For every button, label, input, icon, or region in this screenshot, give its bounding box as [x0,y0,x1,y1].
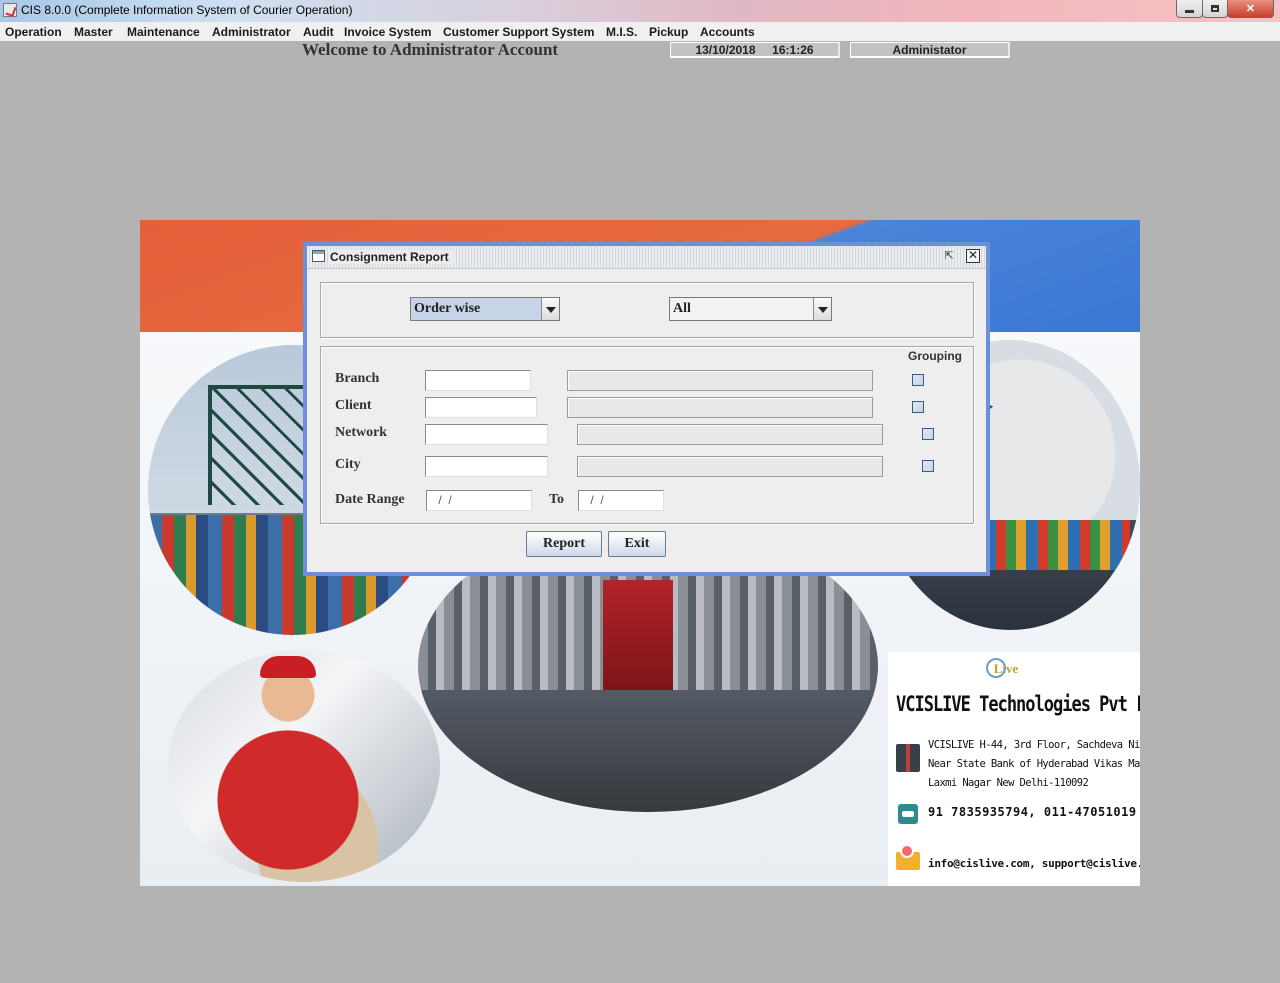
date-to-label: To [549,492,565,507]
window-title: CIS 8.0.0 (Complete Information System o… [21,3,353,17]
city-label: City [335,457,361,472]
report-button[interactable]: Report [526,531,602,557]
city-name-field [577,456,883,477]
dialog-title-bar[interactable]: Consignment Report ⇱ ✕ [307,246,986,269]
dialog-title: Consignment Report [330,250,455,264]
company-phones: 91 7835935794, 011-47051019 [928,805,1137,819]
address-line: Laxmi Nagar New Delhi-110092 [928,777,1089,789]
company-info-panel: Live VCISLIVE Technologies Pvt Ltd VCISL… [888,652,1140,886]
window-title-bar: CIS 8.0.0 (Complete Information System o… [0,0,1280,22]
date-to-input[interactable]: / / [578,490,664,511]
phone-icon [898,804,918,824]
restore-icon[interactable]: ⇱ [942,249,956,263]
address-icon [896,744,920,772]
truck-cab-graphic [603,580,673,690]
menu-master[interactable]: Master [74,25,113,39]
company-logo: Live [986,658,1026,680]
report-type-value: Order wise [414,301,481,316]
courier-image [168,650,440,882]
menu-maintenance[interactable]: Maintenance [127,25,200,39]
menu-bar: Operation Master Maintenance Administrat… [0,22,1280,41]
branch-name-field [567,370,873,391]
menu-customer-support-system[interactable]: Customer Support System [443,25,594,39]
network-grouping-checkbox[interactable] [922,428,934,440]
report-type-select[interactable]: Order wise [410,297,560,321]
consignment-report-dialog: Consignment Report ⇱ ✕ Order wise All Gr… [303,242,990,576]
datetime-display: 13/10/2018 16:1:26 [670,42,840,58]
close-icon: ✕ [1245,3,1256,15]
menu-accounts[interactable]: Accounts [700,25,755,39]
menu-administrator[interactable]: Administrator [212,25,291,39]
user-display: Administator [850,42,1010,58]
client-code-input[interactable] [425,397,537,418]
menu-pickup[interactable]: Pickup [649,25,688,39]
address-line: Near State Bank of Hyderabad Vikas Marg, [928,758,1140,770]
exit-button[interactable]: Exit [608,531,666,557]
date-from-input[interactable]: / / [426,490,532,511]
menu-invoice-system[interactable]: Invoice System [344,25,431,39]
filter-select[interactable]: All [669,297,832,321]
company-address: VCISLIVE H-44, 3rd Floor, Sachdeva Niwas… [928,736,1140,793]
client-name-field [567,397,873,418]
menu-audit[interactable]: Audit [303,25,334,39]
chevron-down-icon[interactable] [541,298,559,320]
date-range-label: Date Range [335,492,405,507]
cap-graphic [260,656,316,678]
minimize-button[interactable] [1176,0,1203,18]
city-grouping-checkbox[interactable] [922,460,934,472]
branch-grouping-checkbox[interactable] [912,374,924,386]
close-button[interactable]: ✕ [1227,0,1274,18]
company-name: VCISLIVE Technologies Pvt Ltd [896,692,1140,717]
address-line: VCISLIVE H-44, 3rd Floor, Sachdeva Niwas [928,739,1140,751]
network-label: Network [335,425,388,440]
window-icon [312,250,325,262]
logo-ring-icon [986,658,1006,678]
menu-mis[interactable]: M.I.S. [606,25,637,39]
minimize-icon [1185,10,1194,13]
filter-value: All [673,301,691,316]
company-emails: info@cislive.com, support@cislive.com [928,857,1140,870]
maximize-icon [1211,5,1219,12]
user-text: Administator [892,43,967,57]
chevron-down-icon[interactable] [813,298,831,320]
welcome-heading: Welcome to Administrator Account [302,40,559,59]
java-app-icon [3,3,17,17]
network-code-input[interactable] [425,424,548,445]
branch-code-input[interactable] [425,370,531,391]
client-label: Client [335,398,372,413]
network-name-field [577,424,883,445]
dialog-close-icon[interactable]: ✕ [966,249,980,263]
dialog-body: Consignment Report ⇱ ✕ Order wise All Gr… [307,246,986,572]
grouping-label: Grouping [908,349,962,363]
datetime-text: 13/10/2018 16:1:26 [695,43,814,57]
maximize-button[interactable] [1202,0,1228,18]
city-code-input[interactable] [425,456,548,477]
menu-operation[interactable]: Operation [5,25,62,39]
branch-label: Branch [335,371,380,386]
email-icon [896,844,920,870]
client-grouping-checkbox[interactable] [912,401,924,413]
